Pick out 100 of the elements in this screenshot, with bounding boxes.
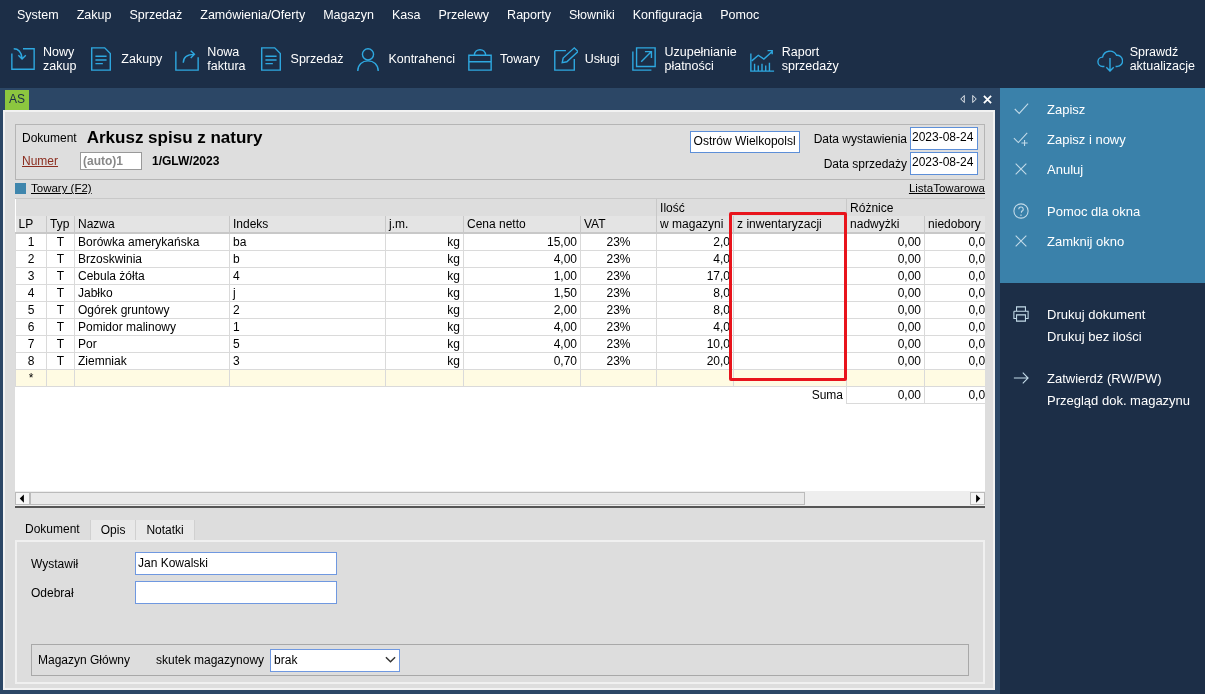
table-cell: 5 — [229, 335, 386, 352]
column-header[interactable]: nadwyżki — [846, 216, 925, 233]
column-header[interactable]: j.m. — [385, 216, 464, 233]
window-tab[interactable]: AS — [5, 90, 29, 110]
table-cell: 1,00 — [463, 267, 581, 284]
action-button[interactable]: Zamknij okno — [1000, 230, 1125, 252]
table-cell: 5 — [15, 301, 47, 318]
table-cell: 0,00 — [846, 335, 925, 352]
number-field[interactable]: (auto)1 — [80, 152, 142, 170]
column-header[interactable]: VAT — [580, 216, 657, 233]
check-updates-button[interactable]: Sprawdź aktualizacje — [1090, 37, 1201, 81]
table-cell: T — [46, 318, 75, 335]
action-button[interactable]: Zapisz — [1000, 98, 1086, 120]
action-button[interactable]: Pomoc dla okna — [1000, 200, 1141, 222]
menu-item[interactable]: Słowniki — [559, 8, 624, 22]
close-icon[interactable] — [983, 94, 992, 104]
table-cell: 2,00 — [463, 301, 581, 318]
external-link-icon — [631, 46, 658, 72]
table-cell: 1,50 — [463, 284, 581, 301]
action-button[interactable]: Anuluj — [1000, 158, 1084, 180]
square-icon — [15, 182, 26, 194]
table-cell: T — [46, 250, 75, 267]
table-cell: 4,0 — [656, 318, 734, 335]
action-button[interactable]: Drukuj bez ilości — [1000, 325, 1142, 347]
warehouse-label: Magazyn Główny — [38, 653, 132, 667]
goods-link[interactable]: Towary (F2) — [31, 182, 92, 194]
table-cell: T — [46, 335, 75, 352]
number-link[interactable]: Numer — [22, 154, 70, 168]
table-cell: kg — [385, 233, 464, 250]
table-cell: 23% — [580, 352, 657, 369]
goods-list-link[interactable]: ListaTowarowa — [908, 182, 985, 194]
column-header[interactable]: Indeks — [229, 216, 386, 233]
action-button[interactable]: Drukuj dokument — [1000, 303, 1146, 325]
action-button[interactable]: Zapisz i nowy — [1000, 128, 1126, 150]
chevron-down-icon — [385, 656, 397, 664]
pencil-icon — [551, 46, 578, 72]
table-cell: 17,0 — [656, 267, 734, 284]
toolbar-button[interactable]: Kontrahenci — [349, 37, 462, 81]
table-cell: 8,0 — [656, 284, 734, 301]
table-cell: 8 — [15, 352, 47, 369]
table-cell: 10,0 — [656, 335, 734, 352]
toolbar-button[interactable]: Nowa faktura — [168, 37, 252, 81]
issued-by-field[interactable]: Jan Kowalski — [135, 552, 337, 575]
menu-item[interactable]: Przelewy — [429, 8, 499, 22]
table-cell: 4,00 — [463, 335, 581, 352]
table-cell: 3 — [229, 352, 386, 369]
document-title: Arkusz spisu z natury — [86, 128, 263, 148]
toolbar-button[interactable]: Nowy zakup — [4, 37, 83, 81]
table-cell: 23% — [580, 284, 657, 301]
column-header[interactable]: Typ — [46, 216, 75, 233]
table-cell: Brzoskwinia — [74, 250, 230, 267]
horizontal-scrollbar[interactable] — [15, 491, 985, 508]
table-cell: Ogórek gruntowy — [74, 301, 230, 318]
close-icon — [1013, 233, 1029, 249]
issue-date-field[interactable]: 2023-08-24 — [910, 127, 978, 150]
menu-item[interactable]: Magazyn — [314, 8, 383, 22]
scroll-right-icon[interactable] — [970, 492, 985, 505]
menu-item[interactable]: Kasa — [382, 8, 430, 22]
toolbar-button[interactable]: Raport sprzedaży — [742, 37, 845, 81]
action-button[interactable]: Zatwierdź (RW/PW) — [1000, 367, 1162, 389]
scroll-left-icon[interactable] — [15, 492, 30, 505]
column-header[interactable]: Nazwa — [74, 216, 230, 233]
place-field[interactable]: Ostrów Wielkopolsl — [689, 131, 800, 153]
download-tray-icon — [10, 46, 36, 72]
table-cell: 23% — [580, 301, 657, 318]
column-header[interactable]: w magazyni — [656, 216, 734, 233]
toolbar-button[interactable]: Towary — [461, 37, 546, 81]
menu-item[interactable]: System — [8, 8, 68, 22]
table-cell: 4,0 — [656, 250, 734, 267]
table-cell: 0,00 — [846, 233, 925, 250]
toolbar-button[interactable]: Sprzedaż — [251, 37, 350, 81]
menu-item[interactable]: Sprzedaż — [120, 8, 192, 22]
sale-date-field[interactable]: 2023-08-24 — [910, 152, 978, 175]
toolbar-button[interactable]: Zakupy — [82, 37, 169, 81]
table-cell: 23% — [580, 250, 657, 267]
menu-item[interactable]: Zakup — [67, 8, 121, 22]
menu-item[interactable]: Zamówienia/Oferty — [191, 8, 315, 22]
scrollbar-thumb[interactable] — [30, 492, 805, 505]
table-cell: 23% — [580, 335, 657, 352]
table-cell: T — [46, 233, 75, 250]
table-cell: b — [229, 250, 386, 267]
action-button[interactable]: Przegląd dok. magazynu — [1000, 389, 1191, 411]
table-cell: 1 — [229, 318, 386, 335]
table-cell: kg — [385, 250, 464, 267]
effect-dropdown[interactable]: brak — [270, 648, 401, 672]
table-cell: 7 — [15, 335, 47, 352]
menu-item[interactable]: Pomoc — [711, 8, 769, 22]
tab[interactable]: Opis — [90, 520, 137, 540]
column-header[interactable]: niedobory — [924, 216, 985, 233]
received-by-field[interactable] — [135, 581, 337, 604]
column-header[interactable]: LP — [15, 216, 47, 233]
menu-item[interactable]: Konfiguracja — [623, 8, 712, 22]
toolbar-button[interactable]: Usługi — [545, 37, 626, 81]
table-cell: 6 — [15, 318, 47, 335]
toolbar-button[interactable]: Uzupełnianie płatności — [625, 37, 743, 81]
table-cell: 0,00 — [846, 250, 925, 267]
tab[interactable]: Notatki — [136, 520, 195, 540]
column-header[interactable]: Cena netto — [463, 216, 581, 233]
menu-item[interactable]: Raporty — [498, 8, 560, 22]
column-header[interactable]: z inwentaryzacji — [733, 216, 847, 233]
